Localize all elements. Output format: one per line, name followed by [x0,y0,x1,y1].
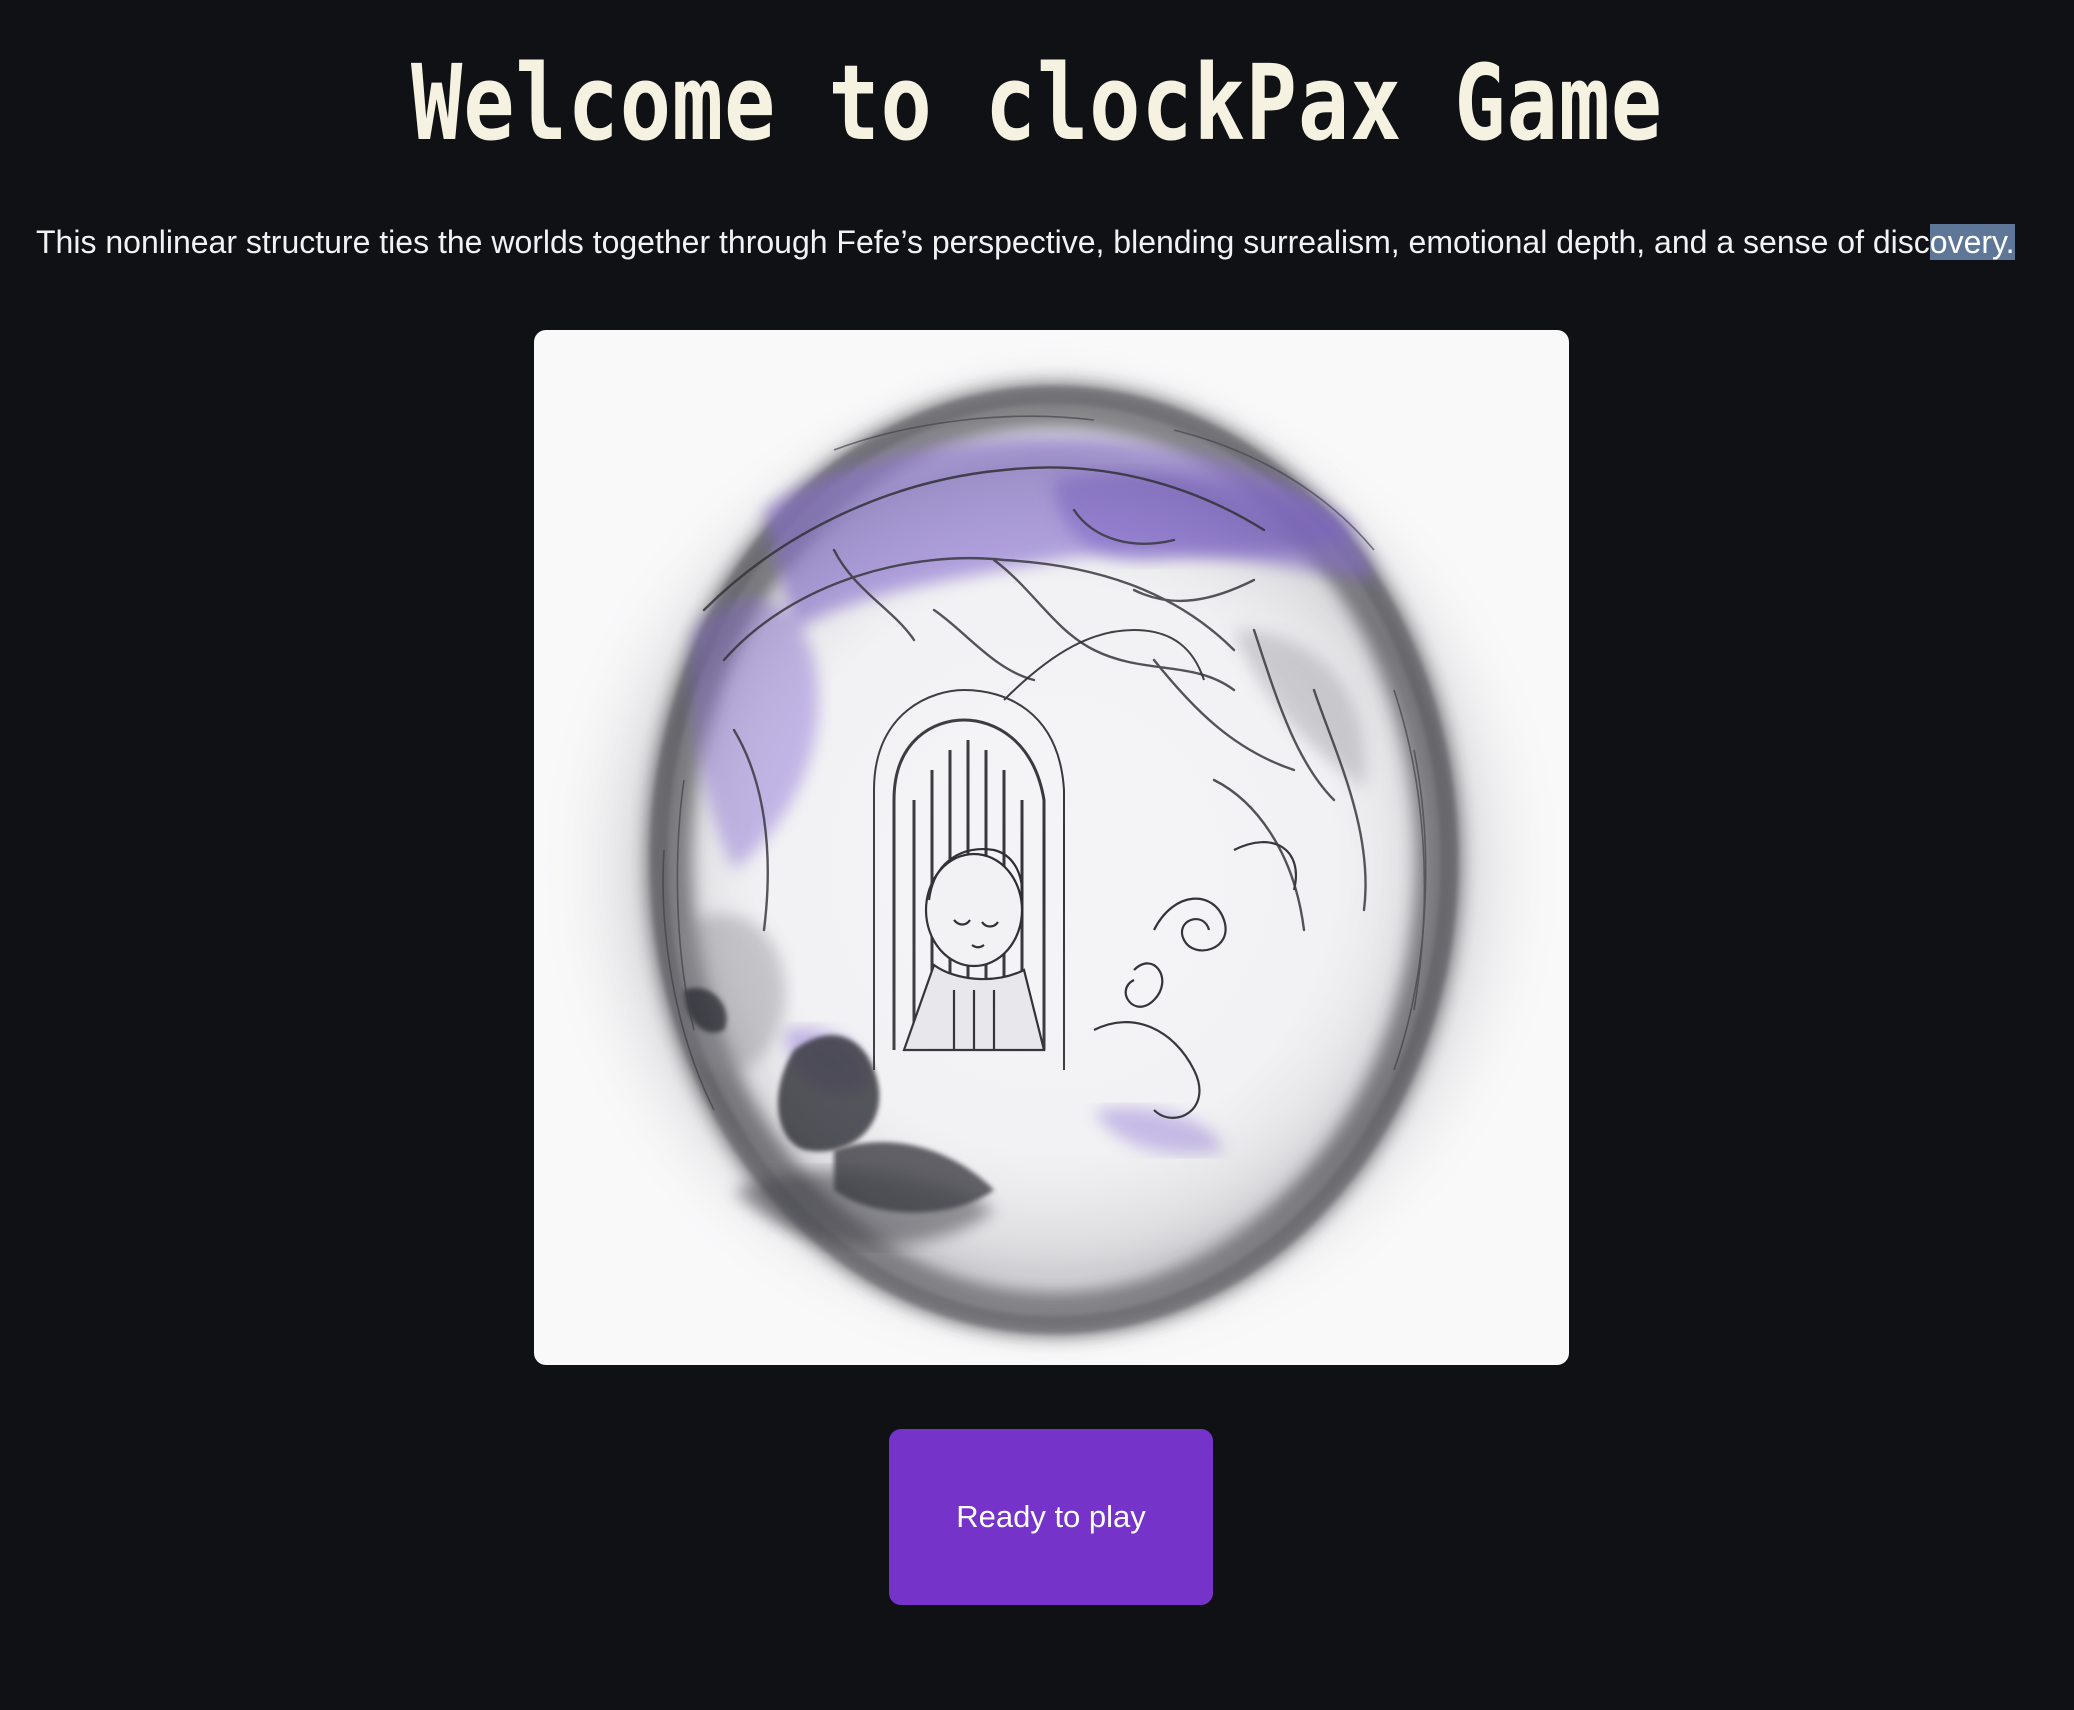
intro-text: This nonlinear structure ties the worlds… [36,224,1930,260]
page-title: Welcome to clockPax Game [411,42,1663,164]
game-artwork [534,330,1569,1365]
intro-description: This nonlinear structure ties the worlds… [36,218,2066,266]
intro-text-selected: overy. [1929,224,2015,260]
welcome-page: Welcome to clockPax Game This nonlinear … [0,0,2074,1710]
ink-illustration-icon [534,330,1569,1365]
ready-to-play-button[interactable]: Ready to play [889,1429,1213,1605]
